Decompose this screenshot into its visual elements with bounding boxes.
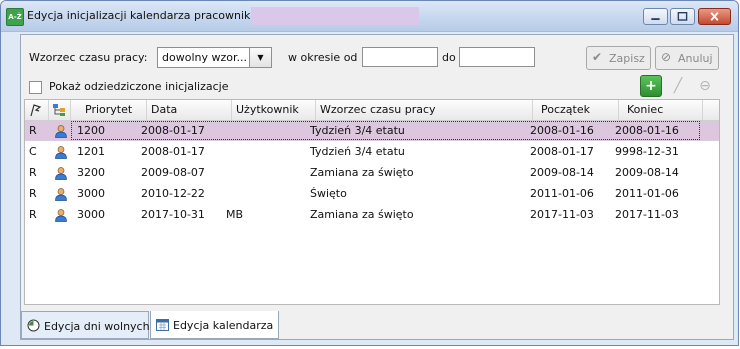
person-icon	[55, 146, 67, 159]
delete-button[interactable]: ⊖	[694, 75, 716, 97]
user-column-header[interactable]: Użytkownik	[232, 100, 316, 120]
end-cell: 2008-01-16	[615, 124, 679, 137]
priority-cell: 1201	[77, 145, 105, 158]
start-cell: 2008-01-16	[530, 124, 594, 137]
date-cell: 2009-08-07	[141, 166, 205, 179]
pattern-cell: Tydzień 3/4 etatu	[310, 124, 405, 137]
checkmark-icon: ✔	[592, 50, 603, 64]
type-cell: R	[29, 124, 37, 137]
pattern-cell: Tydzień 3/4 etatu	[310, 145, 405, 158]
end-cell: 2011-01-06	[615, 187, 679, 200]
pattern-column-header[interactable]: Wzorzec czasu pracy	[316, 100, 533, 120]
end-cell: 2017-11-03	[615, 208, 679, 221]
cancel-icon: ⊘	[661, 50, 672, 64]
pattern-combo[interactable]: dowolny wzor... ▼	[157, 47, 272, 68]
person-icon	[55, 125, 67, 138]
user-cell: MB	[226, 208, 244, 221]
table-header: Priorytet Data Użytkownik Wzorzec czasu …	[25, 100, 719, 121]
maximize-icon	[677, 11, 688, 21]
table-row[interactable]: C 1201 2008-01-17 Tydzień 3/4 etatu 2008-01-…	[25, 142, 719, 162]
tab-calendar[interactable]: Edycja kalendarza	[150, 311, 279, 339]
date-cell: 2008-01-17	[141, 145, 205, 158]
date-from-field[interactable]	[362, 47, 438, 67]
start-cell: 2017-11-03	[530, 208, 594, 221]
edit-button[interactable]: ╱	[667, 75, 689, 97]
type-cell: C	[29, 145, 37, 158]
pencil-icon: ╱	[673, 78, 683, 94]
table-row[interactable]: R 3000 2017-10-31 MB Zamiana za święto 2017-1…	[25, 205, 719, 225]
date-cell: 2017-10-31	[141, 208, 205, 221]
priority-cell: 3200	[77, 166, 105, 179]
close-icon	[710, 12, 719, 21]
calendar-icon	[156, 319, 169, 331]
pattern-cell: Zamiana za święto	[310, 166, 414, 179]
pattern-cell: Zamiana za święto	[310, 208, 414, 221]
start-cell: 2009-08-14	[530, 166, 594, 179]
calendar-init-table[interactable]: Priorytet Data Użytkownik Wzorzec czasu …	[24, 99, 720, 305]
pattern-cell: Święto	[310, 187, 347, 200]
flag-icon	[30, 104, 42, 117]
cancel-button[interactable]: ⊘ Anuluj	[655, 46, 719, 70]
end-cell: 9998-12-31	[615, 145, 679, 158]
tab-free-days[interactable]: Edycja dni wolnych	[21, 311, 150, 339]
minus-circle-icon: ⊖	[699, 78, 711, 94]
table-row[interactable]: R 3200 2009-08-07 Zamiana za święto 2009-08-…	[25, 163, 719, 183]
date-cell: 2008-01-17	[141, 124, 205, 137]
start-cell: 2011-01-06	[530, 187, 594, 200]
type-column-header[interactable]	[25, 100, 49, 120]
end-cell: 2009-08-14	[615, 166, 679, 179]
dialog-window: A-Ż Edycja inicjalizacji kalendarza prac…	[0, 0, 739, 346]
end-column-header[interactable]: Koniec	[619, 100, 703, 120]
start-cell: 2008-01-17	[530, 145, 594, 158]
app-icon: A-Ż	[6, 8, 24, 26]
plus-icon: +	[645, 78, 657, 94]
redacted-employee-name	[251, 7, 419, 25]
table-row[interactable]: R 1200 2008-01-17 Tydzień 3/4 etatu 2008-01-…	[25, 121, 719, 141]
show-inherited-label: Pokaż odziedziczone inicjalizacje	[49, 80, 229, 93]
type-cell: R	[29, 208, 37, 221]
add-button[interactable]: +	[640, 75, 662, 97]
person-icon	[55, 209, 67, 222]
type-cell: R	[29, 187, 37, 200]
person-icon	[55, 167, 67, 180]
person-icon	[55, 188, 67, 201]
owner-column-header[interactable]	[49, 100, 71, 120]
maximize-button[interactable]	[670, 8, 695, 25]
window-title: Edycja inicjalizacji kalendarza pracowni…	[27, 9, 251, 22]
minimize-icon	[651, 18, 660, 21]
period-from-label: w okresie od	[288, 51, 358, 64]
close-button[interactable]	[698, 8, 731, 25]
date-column-header[interactable]: Data	[147, 100, 232, 120]
show-inherited-checkbox[interactable]	[29, 81, 42, 94]
pattern-combo-value: dowolny wzor...	[162, 51, 247, 64]
clock-icon	[27, 319, 40, 332]
date-to-field[interactable]	[459, 47, 535, 67]
start-column-header[interactable]: Początek	[533, 100, 619, 120]
type-cell: R	[29, 166, 37, 179]
period-to-label: do	[442, 51, 456, 64]
hierarchy-icon	[53, 104, 65, 116]
priority-cell: 1200	[77, 124, 105, 137]
priority-column-header[interactable]: Priorytet	[71, 100, 147, 120]
minimize-button[interactable]	[643, 8, 668, 25]
title-bar[interactable]: A-Ż Edycja inicjalizacji kalendarza prac…	[1, 1, 738, 32]
date-cell: 2010-12-22	[141, 187, 205, 200]
save-button[interactable]: ✔ Zapisz	[586, 46, 651, 70]
pattern-label: Wzorzec czasu pracy:	[29, 51, 148, 64]
priority-cell: 3000	[77, 208, 105, 221]
priority-cell: 3000	[77, 187, 105, 200]
table-row[interactable]: R 3000 2010-12-22 Święto 2011-01-06 2011-01-0…	[25, 184, 719, 204]
chevron-down-icon[interactable]: ▼	[249, 48, 271, 67]
main-panel: Wzorzec czasu pracy: dowolny wzor... ▼ w…	[20, 34, 734, 340]
